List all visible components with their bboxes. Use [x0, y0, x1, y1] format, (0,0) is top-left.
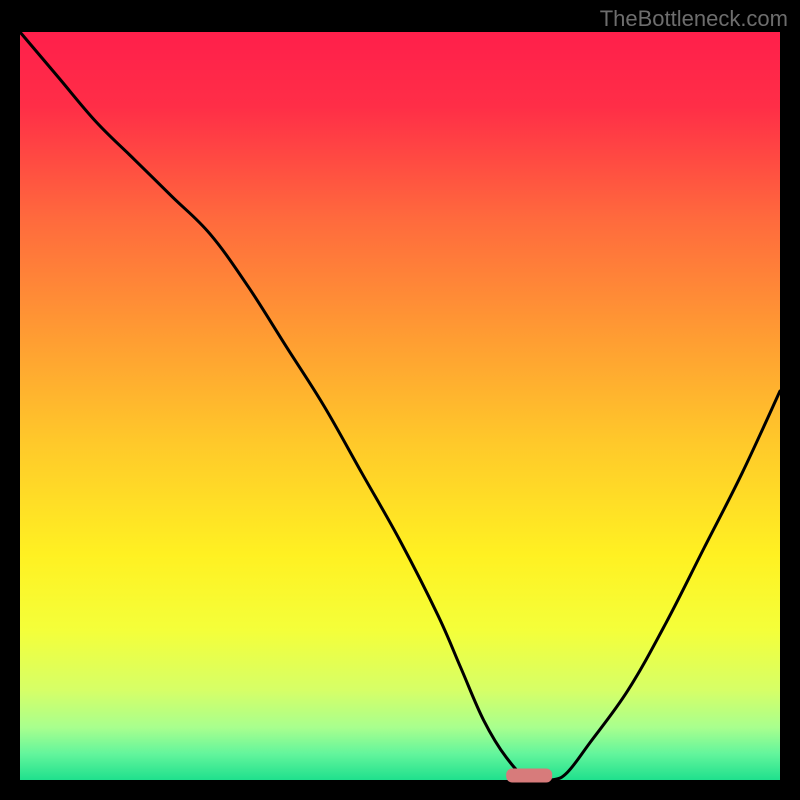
optimal-marker: [506, 768, 552, 783]
plot-area: [20, 32, 780, 780]
frame: TheBottleneck.com: [0, 0, 800, 800]
watermark-text: TheBottleneck.com: [600, 6, 788, 32]
bottleneck-curve: [20, 32, 780, 780]
